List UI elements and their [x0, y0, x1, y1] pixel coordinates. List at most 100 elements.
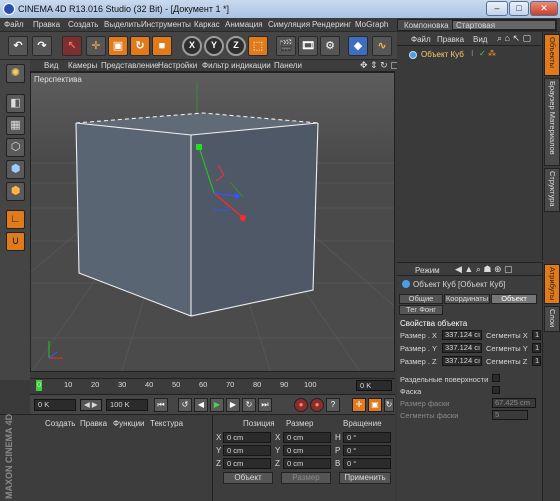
visibility-dots-icon[interactable]: ⁝ — [471, 49, 474, 58]
tab-basic[interactable]: Общие — [399, 294, 443, 304]
menu-tools[interactable]: Инструменты — [141, 20, 191, 29]
autokey-icon[interactable]: ● — [310, 398, 324, 412]
object-row-cube[interactable]: Объект Куб ⁝ ✓ ⁂ — [399, 49, 540, 61]
enabled-check-icon[interactable]: ✓ — [479, 49, 486, 58]
make-editable-icon[interactable]: ✺ — [6, 64, 25, 83]
coordinate-system-icon[interactable]: ⬚ — [248, 36, 268, 56]
segments-x-field[interactable]: 1 — [532, 330, 541, 340]
coord-size-mode-dropdown[interactable]: Размер — [281, 472, 331, 484]
spline-pen-icon[interactable]: ∿ — [372, 36, 392, 56]
attr-mode-menu[interactable]: Режим — [415, 266, 440, 275]
vp-menu-panel[interactable]: Панели — [274, 61, 302, 70]
tab-objects[interactable]: Объекты — [544, 34, 560, 76]
fillet-radius-field[interactable]: 67.425 cm — [492, 398, 536, 408]
tab-attributes[interactable]: Атрибуты — [544, 264, 560, 304]
z-axis-icon[interactable]: Z — [226, 36, 246, 56]
mat-menu-create[interactable]: Создать — [45, 419, 75, 428]
y-axis-icon[interactable]: Y — [204, 36, 224, 56]
menu-mograph[interactable]: MoGraph — [355, 20, 388, 29]
record-icon[interactable]: ● — [294, 398, 308, 412]
render-view-icon[interactable]: 🎬 — [276, 36, 296, 56]
coord-pos-z-field[interactable]: 0 cm — [223, 458, 271, 469]
fillet-checkbox[interactable] — [492, 386, 500, 394]
mat-menu-texture[interactable]: Текстура — [150, 419, 183, 428]
fillet-segments-field[interactable]: 5 — [492, 410, 528, 420]
move-icon[interactable]: ✛ — [86, 36, 106, 56]
coord-size-z-field[interactable]: 0 cm — [283, 458, 331, 469]
separate-surfaces-checkbox[interactable] — [492, 374, 500, 382]
tab-layers[interactable]: Слои — [544, 306, 560, 332]
x-axis-icon[interactable]: X — [182, 36, 202, 56]
axis-mode-icon[interactable]: ∟ — [6, 210, 25, 229]
go-to-end-icon[interactable]: ⏭ — [258, 398, 272, 412]
maximize-button[interactable]: □ — [509, 1, 529, 16]
phong-tag-icon[interactable]: ⁂ — [488, 49, 496, 58]
menu-create[interactable]: Создать — [68, 20, 98, 29]
object-name[interactable]: Объект Куб — [421, 50, 464, 59]
record-scale-icon[interactable]: ▣ — [368, 398, 382, 412]
record-position-icon[interactable]: ✛ — [352, 398, 366, 412]
minimize-button[interactable]: – — [486, 1, 508, 16]
viewport-nav-icons[interactable]: ✥ ⇕ ↻ ▢ — [360, 60, 399, 71]
recent-tool-icon[interactable]: ■ — [152, 36, 172, 56]
menu-simulate[interactable]: Симуляция — [268, 20, 310, 29]
scale-icon[interactable]: ▣ — [108, 36, 128, 56]
obj-menu-file[interactable]: Файл — [411, 35, 431, 44]
texture-mode-icon[interactable]: ▦ — [6, 116, 25, 135]
polygons-mode-icon[interactable]: ⬢ — [6, 182, 25, 201]
edges-mode-icon[interactable]: ⬢ — [6, 160, 25, 179]
vp-menu-filter[interactable]: Фильтр индикации — [202, 61, 271, 70]
obj-menu-edit[interactable]: Правка — [437, 35, 464, 44]
next-key-icon[interactable]: ↻ — [242, 398, 256, 412]
cube-object-icon[interactable]: ◆ — [348, 36, 368, 56]
model-mode-icon[interactable]: ◧ — [6, 94, 25, 113]
layout-dropdown[interactable]: Стартовая — [452, 20, 556, 30]
menu-mesh[interactable]: Каркас — [194, 20, 220, 29]
tab-structure[interactable]: Структура — [544, 168, 560, 212]
previous-frame-icon[interactable]: ◀ — [194, 398, 208, 412]
live-selection-icon[interactable]: ↖ — [62, 36, 82, 56]
start-frame-field[interactable]: 0 K — [34, 399, 76, 411]
tab-phong[interactable]: Тег Фонг — [399, 305, 443, 315]
apply-button[interactable]: Применить — [339, 472, 391, 484]
play-icon[interactable]: ▶ — [210, 398, 224, 412]
coord-mode-dropdown[interactable]: Объект — [223, 472, 273, 484]
coord-rot-p-field[interactable]: 0 ° — [343, 445, 391, 456]
menu-render[interactable]: Рендеринг — [312, 20, 351, 29]
render-picture-viewer-icon[interactable]: 🎞 — [298, 36, 318, 56]
tab-content-browser[interactable]: Браузер Материалов — [544, 78, 560, 166]
size-y-field[interactable]: 337.124 cı — [442, 343, 482, 353]
vp-menu-cameras[interactable]: Камеры — [68, 61, 97, 70]
next-frame-icon[interactable]: ▶ — [226, 398, 240, 412]
snap-icon[interactable]: ∪ — [6, 232, 25, 251]
redo-icon[interactable]: ↷ — [32, 36, 52, 56]
coord-rot-h-field[interactable]: 0 ° — [343, 432, 391, 443]
vp-menu-options[interactable]: Настройки — [158, 61, 197, 70]
frame-step-control[interactable]: ◀ ▶ — [80, 399, 102, 411]
coord-rot-b-field[interactable]: 0 ° — [343, 458, 391, 469]
menu-file[interactable]: Файл — [4, 20, 24, 29]
attr-nav-icons[interactable]: ◀ ▲ ⌕ ☗ ⊕ ▢ — [455, 264, 512, 275]
previous-key-icon[interactable]: ↺ — [178, 398, 192, 412]
coord-pos-y-field[interactable]: 0 cm — [223, 445, 271, 456]
rotate-icon[interactable]: ↻ — [130, 36, 150, 56]
perspective-viewport[interactable]: Перспектива — [30, 72, 395, 372]
tab-object[interactable]: Объект — [491, 294, 537, 304]
size-x-field[interactable]: 337.124 cı — [442, 330, 482, 340]
close-button[interactable]: ✕ — [530, 1, 558, 16]
coord-size-y-field[interactable]: 0 cm — [283, 445, 331, 456]
size-z-field[interactable]: 337.124 cı — [442, 356, 482, 366]
mat-menu-edit[interactable]: Правка — [80, 419, 107, 428]
menu-edit[interactable]: Правка — [33, 20, 60, 29]
end-frame-field[interactable]: 100 K — [106, 399, 148, 411]
menu-select[interactable]: Выделить — [104, 20, 141, 29]
segments-y-field[interactable]: 1 — [532, 343, 541, 353]
record-rotation-icon[interactable]: ↻ — [384, 398, 394, 412]
vp-menu-view[interactable]: Вид — [44, 61, 58, 70]
coord-pos-x-field[interactable]: 0 cm — [223, 432, 271, 443]
tab-coordinates[interactable]: Координаты — [444, 294, 490, 304]
vp-menu-display[interactable]: Представление — [101, 61, 159, 70]
undo-icon[interactable]: ↶ — [8, 36, 28, 56]
keyframe-selection-icon[interactable]: ? — [326, 398, 340, 412]
coord-size-x-field[interactable]: 0 cm — [283, 432, 331, 443]
